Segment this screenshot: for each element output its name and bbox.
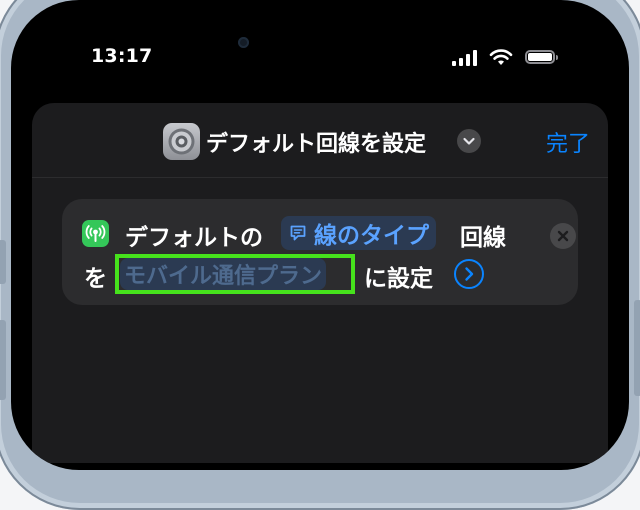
nav-bar: デフォルト回線を設定 完了 [32, 103, 608, 177]
settings-app-icon [163, 123, 200, 160]
side-button [0, 320, 6, 400]
action-text-wo: を [84, 266, 107, 292]
nav-divider [32, 177, 608, 178]
close-icon[interactable] [550, 223, 576, 249]
screen: 13:17 デフォルト回線を設定 完了 デフォルトの 線のタイプ 回線 を モバ… [11, 0, 629, 470]
action-text-prefix: デフォルトの [125, 225, 263, 251]
status-time: 13:17 [91, 45, 153, 67]
status-bar: 13:17 [11, 0, 629, 100]
notch [203, 0, 437, 72]
line-type-parameter-label: 線のタイプ [314, 223, 429, 249]
speech-bubble-icon [290, 225, 306, 241]
chevron-right-icon[interactable] [454, 259, 484, 289]
nav-title: デフォルト回線を設定 [206, 132, 427, 157]
front-camera [238, 37, 249, 48]
wifi-icon [489, 49, 513, 65]
action-text-suffix: に設定 [364, 266, 433, 292]
side-button [634, 300, 640, 396]
chevron-down-icon[interactable] [457, 129, 481, 153]
done-button[interactable]: 完了 [546, 126, 590, 158]
action-card: デフォルトの 線のタイプ 回線 を モバイル通信プラン に設定 [62, 199, 578, 305]
battery-icon [525, 50, 558, 64]
line-type-parameter[interactable]: 線のタイプ [281, 216, 436, 250]
cellular-signal-icon [452, 50, 482, 66]
side-button [0, 240, 6, 284]
cellular-antenna-icon [82, 220, 109, 247]
action-text-line: 回線 [460, 225, 506, 251]
shortcut-sheet: デフォルト回線を設定 完了 デフォルトの 線のタイプ 回線 を モバイル通信プラ… [32, 103, 608, 463]
highlight-box [115, 254, 355, 294]
